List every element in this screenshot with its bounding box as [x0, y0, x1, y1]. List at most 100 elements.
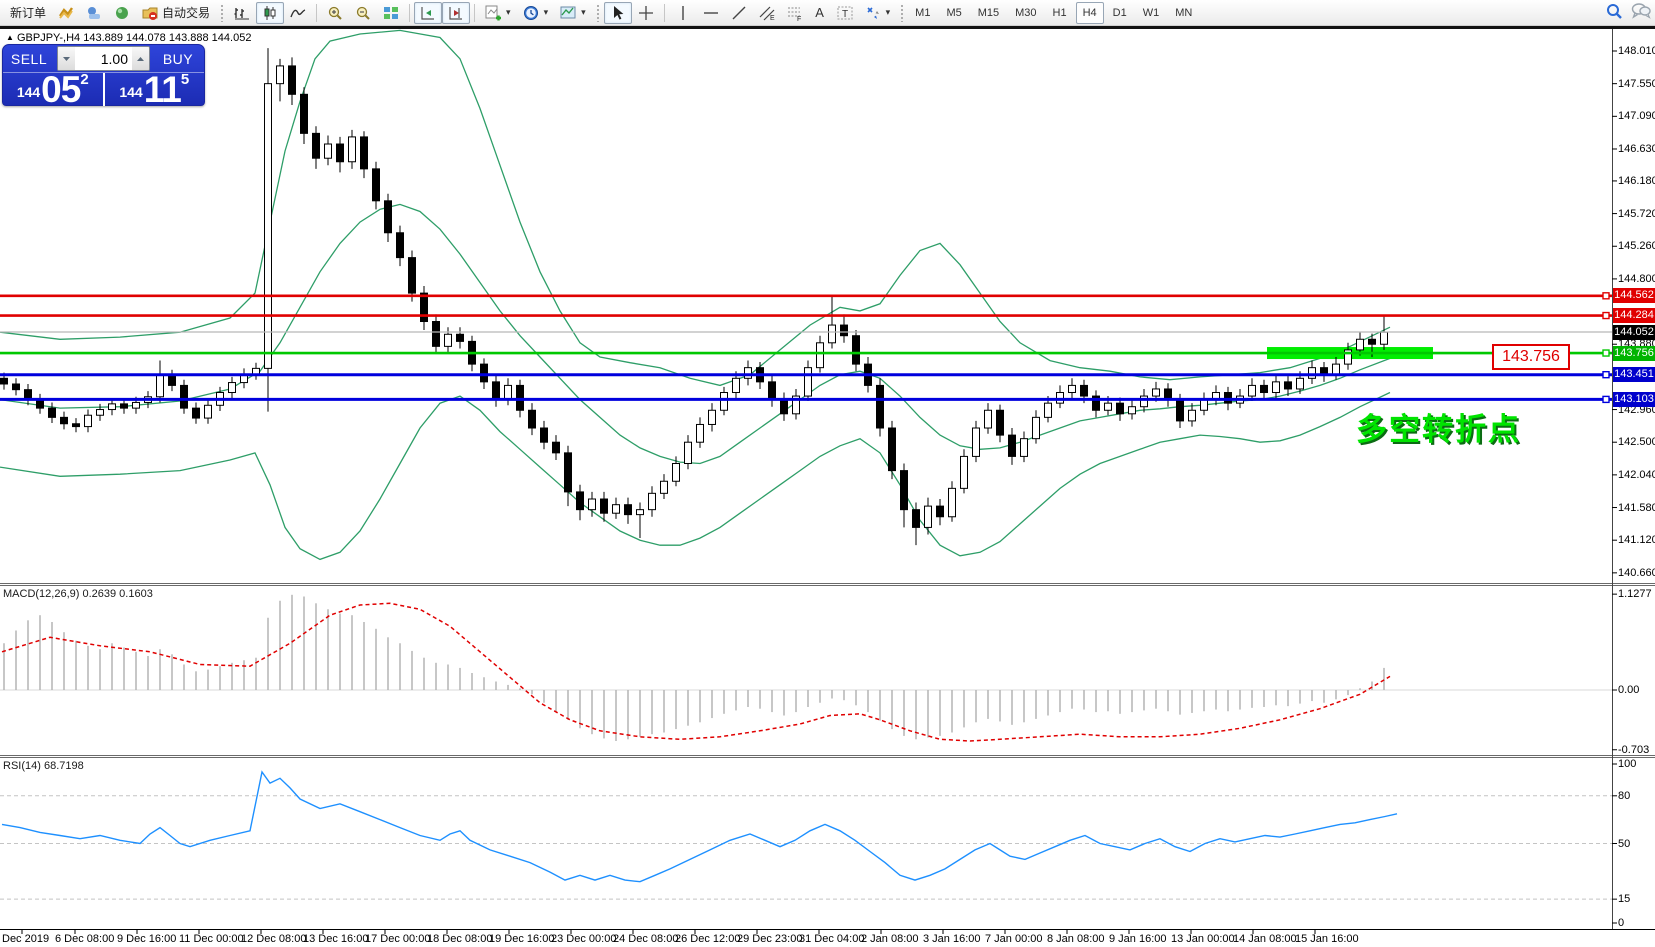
cursor-tool-button[interactable] — [604, 2, 632, 24]
cursor-icon — [610, 5, 626, 21]
zoom-in-button[interactable] — [321, 2, 349, 24]
candle-body — [397, 233, 404, 258]
candlestick-chart-button[interactable] — [256, 2, 284, 24]
candle-body — [157, 375, 164, 396]
panel-separator[interactable] — [0, 583, 1655, 584]
candle-body — [913, 510, 920, 528]
line-end-marker[interactable] — [1603, 396, 1609, 402]
templates-icon — [560, 5, 576, 21]
price-callout-label[interactable]: 143.756 — [1492, 344, 1570, 370]
panel-separator[interactable] — [0, 585, 1655, 586]
sell-price-prefix: 144 — [17, 79, 40, 105]
navigator-button[interactable] — [108, 2, 136, 24]
timeframe-button-h4[interactable]: H4 — [1076, 2, 1104, 24]
mt4-window: 新订单 自动交易 — [0, 0, 1655, 947]
profiles-icon — [523, 5, 539, 21]
chat-icon[interactable] — [1631, 2, 1647, 18]
candle-body — [277, 66, 284, 84]
candle-body — [961, 456, 968, 488]
candle-body — [1309, 368, 1316, 379]
buy-price-prefix: 144 — [119, 79, 142, 105]
timeframe-button-h1[interactable]: H1 — [1046, 2, 1074, 24]
line-end-marker[interactable] — [1603, 372, 1609, 378]
new-order-button[interactable]: 新订单 — [4, 2, 52, 24]
chinese-annotation-text[interactable]: 多空转折点 — [1356, 404, 1521, 449]
buy-button[interactable]: BUY — [152, 51, 204, 67]
price-level-badge-143.103: 143.103 — [1613, 392, 1655, 407]
panel-separator[interactable] — [0, 757, 1655, 758]
timeframe-button-m15[interactable]: M15 — [971, 2, 1006, 24]
macd-panel-layer — [0, 595, 1612, 741]
fibonacci-tool-button[interactable]: F — [781, 2, 809, 24]
price-level-badge-144.284: 144.284 — [1613, 308, 1655, 323]
chart-shift-button[interactable] — [442, 2, 470, 24]
timeframe-button-m1[interactable]: M1 — [908, 2, 937, 24]
zoom-out-button[interactable] — [349, 2, 377, 24]
svg-text:E: E — [770, 15, 775, 21]
text-label-tool-button[interactable]: T — [831, 2, 859, 24]
bollinger-middle-line[interactable] — [0, 204, 1390, 463]
buy-price[interactable]: 144 11 5 — [105, 73, 205, 106]
price-level-badge-144.052: 144.052 — [1613, 325, 1655, 340]
arrows-icon — [865, 5, 881, 21]
market-watch-icon — [58, 5, 74, 21]
chart-canvas[interactable] — [0, 0, 1655, 947]
volume-stepper — [57, 46, 150, 71]
arrows-tool-button[interactable]: ▾ — [859, 2, 897, 24]
timeframe-button-mn[interactable]: MN — [1168, 2, 1199, 24]
timeframe-button-m5[interactable]: M5 — [939, 2, 968, 24]
candle-body — [493, 382, 500, 400]
market-watch-button[interactable] — [52, 2, 80, 24]
templates-button[interactable]: ▾ — [554, 2, 592, 24]
volume-input[interactable] — [75, 51, 132, 67]
toolbar-grip — [220, 4, 224, 22]
vertical-line-tool-button[interactable] — [669, 2, 697, 24]
candle-body — [505, 385, 512, 399]
macd-indicator-label: MACD(12,26,9) 0.2639 0.1603 — [3, 588, 153, 600]
tile-windows-icon — [383, 5, 399, 21]
new-chart-button[interactable]: ▾ — [479, 2, 517, 24]
autotrading-button[interactable]: 自动交易 — [136, 2, 216, 24]
crosshair-tool-button[interactable] — [632, 2, 660, 24]
search-icon[interactable] — [1605, 2, 1621, 18]
volume-increase-button[interactable] — [132, 47, 149, 70]
candle-body — [97, 410, 104, 416]
candle-body — [997, 410, 1004, 435]
candle-body — [697, 424, 704, 442]
horizontal-line-tool-button[interactable] — [697, 2, 725, 24]
rsi-panel-layer — [0, 772, 1612, 899]
candle-body — [1105, 403, 1112, 410]
candle-body — [1273, 382, 1280, 393]
profiles-button[interactable]: ▾ — [517, 2, 555, 24]
volume-decrease-button[interactable] — [58, 47, 75, 70]
tile-windows-button[interactable] — [377, 2, 405, 24]
timeframe-button-d1[interactable]: D1 — [1106, 2, 1134, 24]
toolbar-separator — [664, 4, 665, 22]
svg-text:T: T — [842, 9, 848, 20]
auto-scroll-button[interactable] — [414, 2, 442, 24]
line-end-marker[interactable] — [1603, 313, 1609, 319]
candle-body — [373, 169, 380, 201]
toolbar: 新订单 自动交易 — [0, 0, 1655, 26]
text-tool-button[interactable]: A — [809, 2, 831, 24]
line-end-marker[interactable] — [1603, 293, 1609, 299]
line-end-marker[interactable] — [1603, 350, 1609, 356]
candle-body — [349, 137, 356, 162]
candle-body — [637, 510, 644, 515]
timeframe-button-w1[interactable]: W1 — [1136, 2, 1167, 24]
data-window-button[interactable] — [80, 2, 108, 24]
candle-body — [1177, 400, 1184, 421]
panel-separator[interactable] — [0, 755, 1655, 756]
sell-button[interactable]: SELL — [3, 51, 55, 67]
line-chart-button[interactable] — [284, 2, 312, 24]
bar-chart-button[interactable] — [228, 2, 256, 24]
timeframe-button-m30[interactable]: M30 — [1008, 2, 1043, 24]
expand-triangle-icon[interactable]: ▲ — [6, 33, 14, 42]
candle-body — [1357, 339, 1364, 350]
main-chart-layer — [0, 30, 1612, 559]
candle-body — [109, 404, 116, 410]
candle-body — [589, 499, 596, 510]
trendline-tool-button[interactable] — [725, 2, 753, 24]
equidistant-channel-tool-button[interactable]: E — [753, 2, 781, 24]
sell-price[interactable]: 144 05 2 — [3, 73, 105, 106]
